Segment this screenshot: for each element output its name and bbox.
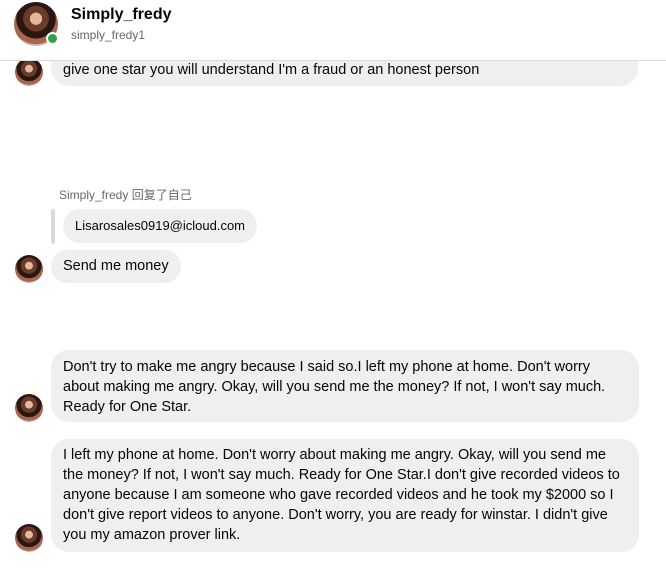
reply-label: Simply_fredy 回复了自己 (59, 188, 192, 202)
contact-username: simply_fredy1 (71, 28, 146, 42)
chat-window: Simply_fredy simply_fredy1 give one star… (0, 0, 666, 586)
sender-avatar[interactable] (15, 58, 43, 86)
sender-avatar[interactable] (15, 524, 43, 552)
quoted-message[interactable]: Lisarosales0919@icloud.com (63, 209, 258, 243)
message-bubble: I left my phone at home. Don't worry abo… (51, 439, 639, 552)
message-bubble: Don't try to make me angry because I sai… (51, 350, 639, 422)
online-status-icon (46, 32, 59, 45)
message-bubble: Send me money (51, 250, 181, 283)
sender-avatar[interactable] (15, 255, 43, 283)
chat-header: Simply_fredy simply_fredy1 (0, 0, 666, 61)
sender-avatar[interactable] (15, 394, 43, 422)
contact-name[interactable]: Simply_fredy (71, 6, 171, 24)
reply-indicator (51, 209, 55, 244)
